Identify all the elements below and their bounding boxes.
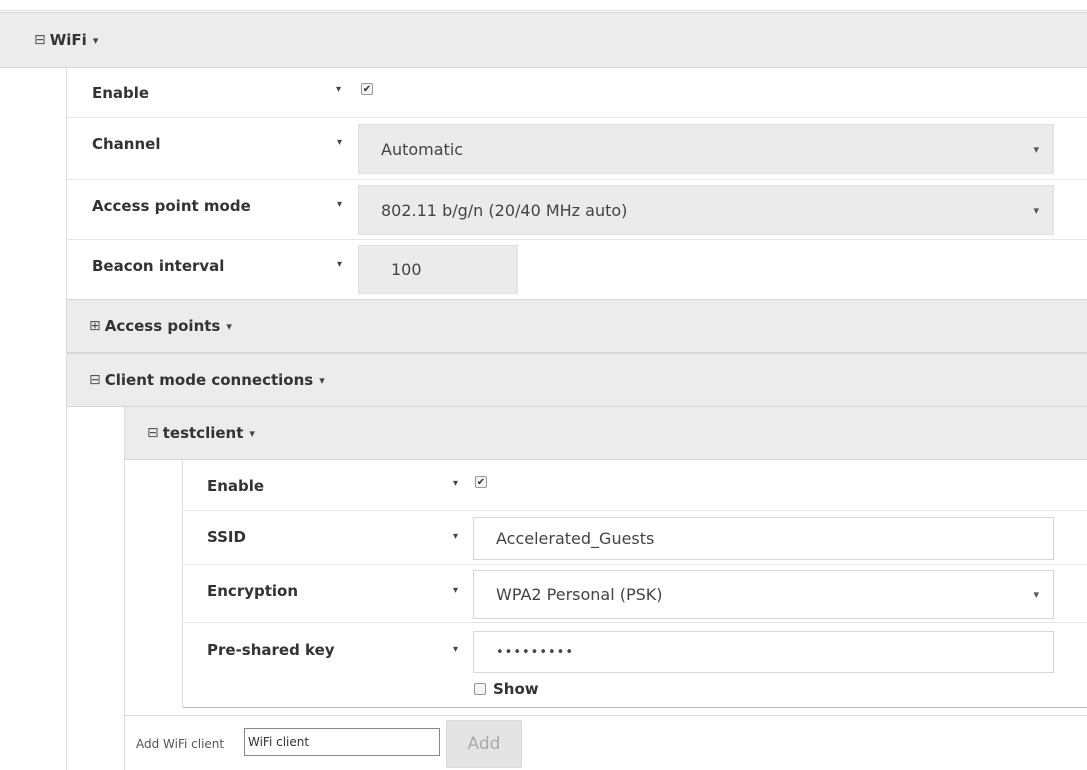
collapse-icon[interactable]: ⊟ — [34, 32, 46, 48]
caret-down-icon[interactable]: ▾ — [453, 478, 458, 489]
show-password-checkbox[interactable] — [474, 683, 486, 695]
psk-input-value: ••••••••• — [496, 644, 575, 660]
collapse-icon[interactable]: ⊟ — [147, 425, 159, 441]
channel-select[interactable]: Automatic ▾ — [358, 124, 1054, 174]
ap-mode-select[interactable]: 802.11 b/g/n (20/40 MHz auto) ▾ — [358, 185, 1054, 235]
beacon-input[interactable]: 100 — [358, 245, 518, 294]
caret-down-icon[interactable]: ▾ — [249, 427, 255, 440]
psk-input[interactable]: ••••••••• — [473, 631, 1054, 673]
beacon-input-value: 100 — [391, 260, 422, 279]
client-enable-label: Enable — [207, 477, 265, 495]
client-enable-checkbox[interactable]: ✔ — [475, 476, 487, 488]
caret-down-icon[interactable]: ▾ — [453, 644, 458, 655]
dropdown-arrow-icon: ▾ — [1033, 142, 1039, 156]
add-client-input[interactable]: WiFi client — [244, 728, 440, 756]
top-divider — [0, 10, 1087, 11]
encryption-label: Encryption — [207, 582, 299, 600]
ssid-input-value: Accelerated_Guests — [496, 529, 655, 548]
add-client-label: Add WiFi client — [136, 737, 225, 751]
caret-down-icon[interactable]: ▾ — [336, 84, 341, 95]
caret-down-icon[interactable]: ▾ — [337, 259, 342, 270]
access-points-title: Access points — [104, 317, 221, 335]
wifi-enable-label: Enable — [92, 84, 150, 102]
client-enable-row — [183, 460, 1087, 511]
testclient-header[interactable]: ⊟ testclient ▾ — [125, 406, 1087, 460]
wifi-enable-row — [67, 68, 1087, 118]
caret-down-icon[interactable]: ▾ — [319, 374, 325, 387]
dropdown-arrow-icon: ▾ — [1033, 588, 1039, 601]
add-client-button[interactable]: Add — [446, 720, 522, 768]
caret-down-icon[interactable]: ▾ — [226, 320, 232, 333]
caret-down-icon[interactable]: ▾ — [453, 531, 458, 542]
channel-select-value: Automatic — [381, 139, 464, 159]
ssid-input[interactable]: Accelerated_Guests — [473, 517, 1054, 560]
client-panel-bottom-border — [183, 707, 1087, 708]
beacon-label: Beacon interval — [92, 257, 225, 275]
wifi-section-title: WiFi — [49, 31, 87, 49]
channel-label: Channel — [92, 135, 161, 153]
encryption-select-value: WPA2 Personal (PSK) — [496, 585, 663, 604]
expand-icon[interactable]: ⊞ — [89, 318, 101, 334]
client-mode-header[interactable]: ⊟ Client mode connections ▾ — [67, 353, 1087, 407]
dropdown-arrow-icon: ▾ — [1033, 203, 1039, 217]
access-points-header[interactable]: ⊞ Access points ▾ — [67, 299, 1087, 353]
caret-down-icon[interactable]: ▾ — [93, 34, 99, 47]
wifi-section-header[interactable]: ⊟ WiFi ▾ — [0, 12, 1087, 68]
client-list-bottom-border — [125, 715, 1087, 716]
testclient-title: testclient — [162, 424, 244, 442]
psk-label: Pre-shared key — [207, 641, 335, 659]
encryption-select[interactable]: WPA2 Personal (PSK) ▾ — [473, 570, 1054, 619]
add-client-input-value: WiFi client — [248, 735, 310, 749]
ssid-label: SSID — [207, 528, 246, 546]
ap-mode-select-value: 802.11 b/g/n (20/40 MHz auto) — [381, 200, 628, 220]
caret-down-icon[interactable]: ▾ — [453, 585, 458, 596]
caret-down-icon[interactable]: ▾ — [337, 137, 342, 148]
collapse-icon[interactable]: ⊟ — [89, 372, 101, 388]
show-password-label[interactable]: Show — [493, 680, 539, 698]
caret-down-icon[interactable]: ▾ — [337, 199, 342, 210]
wifi-enable-checkbox[interactable]: ✔ — [361, 83, 373, 95]
client-mode-title: Client mode connections — [104, 371, 314, 389]
ap-mode-label: Access point mode — [92, 197, 251, 215]
